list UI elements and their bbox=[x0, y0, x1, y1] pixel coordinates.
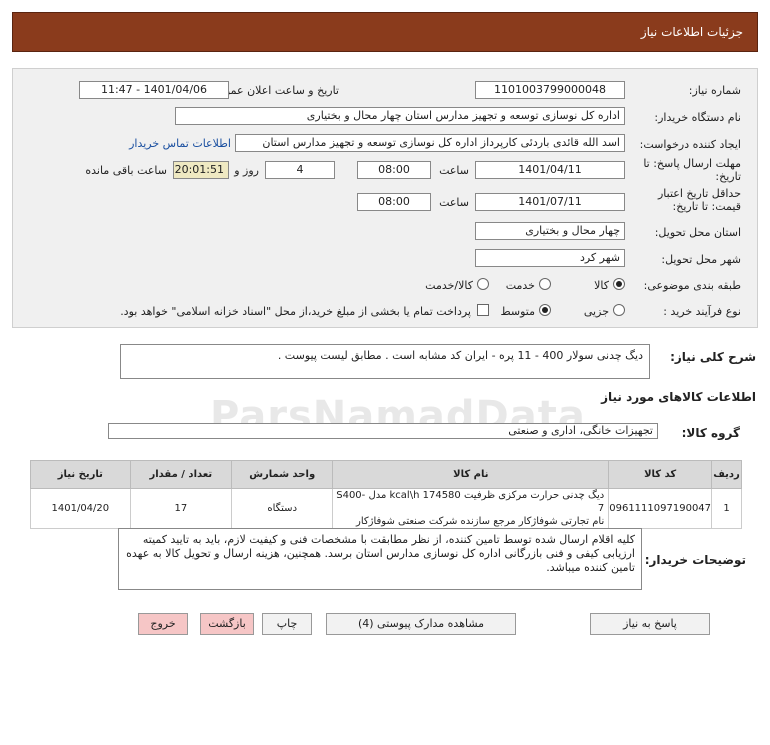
col-code: کد کالا bbox=[608, 460, 713, 489]
validity-time-field: 08:00 bbox=[357, 193, 431, 211]
goods-group-label: گروه کالا: bbox=[681, 426, 740, 440]
buyer-contact-link[interactable]: اطلاعات تماس خریدار bbox=[129, 137, 231, 150]
back-button[interactable]: بازگشت bbox=[200, 613, 254, 635]
reply-button[interactable]: پاسخ به نیاز bbox=[590, 613, 710, 635]
col-qty: تعداد / مقدار bbox=[129, 460, 232, 489]
row-name: دیگ چدنی حرارت مرکزی ظرفیت 174580 kcal\h… bbox=[332, 488, 610, 529]
page-title: جزئیات اطلاعات نیاز bbox=[640, 25, 743, 39]
col-date: تاریخ نیاز bbox=[30, 460, 131, 489]
province-label: استان محل تحویل: bbox=[654, 226, 741, 239]
buyer-field: اداره کل نوسازی توسعه و تجهیز مدارس استا… bbox=[175, 107, 625, 125]
category-label: طبقه بندی موضوعی: bbox=[643, 279, 741, 292]
row-qty: 17 bbox=[129, 488, 232, 529]
deadline-time-field: 08:00 bbox=[357, 161, 431, 179]
exit-button[interactable]: خروج bbox=[138, 613, 188, 635]
process-minor-radio[interactable] bbox=[613, 304, 625, 316]
goods-group-field: تجهیزات خانگی، اداری و صنعتی bbox=[108, 423, 658, 439]
announce-date-field: 1401/04/06 - 11:47 bbox=[79, 81, 229, 99]
deadline-time-label: ساعت bbox=[439, 164, 469, 177]
row-name-line1: دیگ چدنی حرارت مرکزی ظرفیت 174580 kcal\h… bbox=[336, 490, 605, 514]
need-number-label: شماره نیاز: bbox=[688, 84, 741, 97]
buyer-notes-box: کلیه اقلام ارسال شده توسط تامین کننده، ا… bbox=[118, 528, 642, 590]
goods-section-title: اطلاعات کالاهای مورد نیاز bbox=[601, 390, 756, 404]
table-row: 1 0961111097190047 دیگ چدنی حرارت مرکزی … bbox=[30, 488, 742, 529]
days-remaining-field: 4 bbox=[265, 161, 335, 179]
category-goods-label: کالا bbox=[594, 279, 609, 292]
category-goods-service-radio[interactable] bbox=[477, 278, 489, 290]
buyer-notes-label: توضیحات خریدار: bbox=[644, 553, 746, 567]
creator-label: ایجاد کننده درخواست: bbox=[639, 138, 741, 151]
validity-label: حداقل تاریخ اعتبار bbox=[657, 187, 741, 200]
buyer-label: نام دستگاه خریدار: bbox=[654, 111, 741, 124]
print-button[interactable]: چاپ bbox=[262, 613, 312, 635]
description-label: شرح کلی نیاز: bbox=[670, 350, 756, 364]
treasury-payment-checkbox[interactable] bbox=[477, 304, 489, 316]
process-minor-label: جزیی bbox=[583, 305, 609, 318]
category-service-radio[interactable] bbox=[539, 278, 551, 290]
validity-time-label: ساعت bbox=[439, 196, 469, 209]
row-index: 1 bbox=[711, 488, 742, 529]
view-documents-button[interactable]: مشاهده مدارک پیوستی (4) bbox=[326, 613, 516, 635]
col-name: نام کالا bbox=[332, 460, 610, 489]
deadline-date-field: 1401/04/11 bbox=[475, 161, 625, 179]
process-medium-label: متوسط bbox=[500, 305, 535, 318]
row-unit: دستگاه bbox=[230, 488, 334, 529]
city-label: شهر محل تحویل: bbox=[661, 253, 741, 266]
need-info-panel: شماره نیاز: 1101003799000048 تاریخ و ساع… bbox=[12, 68, 758, 328]
category-goods-service-label: کالا/خدمت bbox=[425, 279, 473, 292]
validity-label-2: قیمت: تا تاریخ: bbox=[672, 200, 741, 213]
deadline-label-2: تاریخ: bbox=[715, 170, 741, 183]
process-label: نوع فرآیند خرید : bbox=[663, 305, 741, 318]
row-date: 1401/04/20 bbox=[30, 488, 131, 529]
remaining-time-label: ساعت باقی مانده bbox=[85, 164, 167, 177]
province-field: چهار محال و بختیاری bbox=[475, 222, 625, 240]
category-goods-radio[interactable] bbox=[613, 278, 625, 290]
goods-table: ردیف کد کالا نام کالا واحد شمارش تعداد /… bbox=[30, 460, 742, 529]
goods-table-header: ردیف کد کالا نام کالا واحد شمارش تعداد /… bbox=[30, 460, 742, 489]
city-field: شهر کرد bbox=[475, 249, 625, 267]
col-unit: واحد شمارش bbox=[230, 460, 334, 489]
remaining-time-field: 20:01:51 bbox=[173, 161, 229, 179]
deadline-label: مهلت ارسال پاسخ: تا bbox=[643, 157, 741, 170]
col-index: ردیف bbox=[711, 460, 742, 489]
row-name-line2: نام تجارتی شوفاژکار مرجع سازنده شرکت صنع… bbox=[355, 516, 605, 527]
treasury-payment-note: پرداخت تمام یا بخشی از مبلغ خرید،از محل … bbox=[120, 305, 471, 318]
buyer-notes-text: کلیه اقلام ارسال شده توسط تامین کننده، ا… bbox=[126, 533, 635, 574]
description-box: دیگ چدنی سولار 400 - 11 پره - ایران کد م… bbox=[120, 344, 650, 379]
days-label: روز و bbox=[234, 164, 259, 177]
validity-date-field: 1401/07/11 bbox=[475, 193, 625, 211]
row-code: 0961111097190047 bbox=[608, 488, 713, 529]
category-service-label: خدمت bbox=[505, 279, 535, 292]
need-number-field: 1101003799000048 bbox=[475, 81, 625, 99]
page-header: جزئیات اطلاعات نیاز bbox=[12, 12, 758, 52]
creator-field: اسد الله قائدی باردئی کارپرداز اداره کل … bbox=[235, 134, 625, 152]
description-text: دیگ چدنی سولار 400 - 11 پره - ایران کد م… bbox=[277, 349, 643, 362]
process-medium-radio[interactable] bbox=[539, 304, 551, 316]
